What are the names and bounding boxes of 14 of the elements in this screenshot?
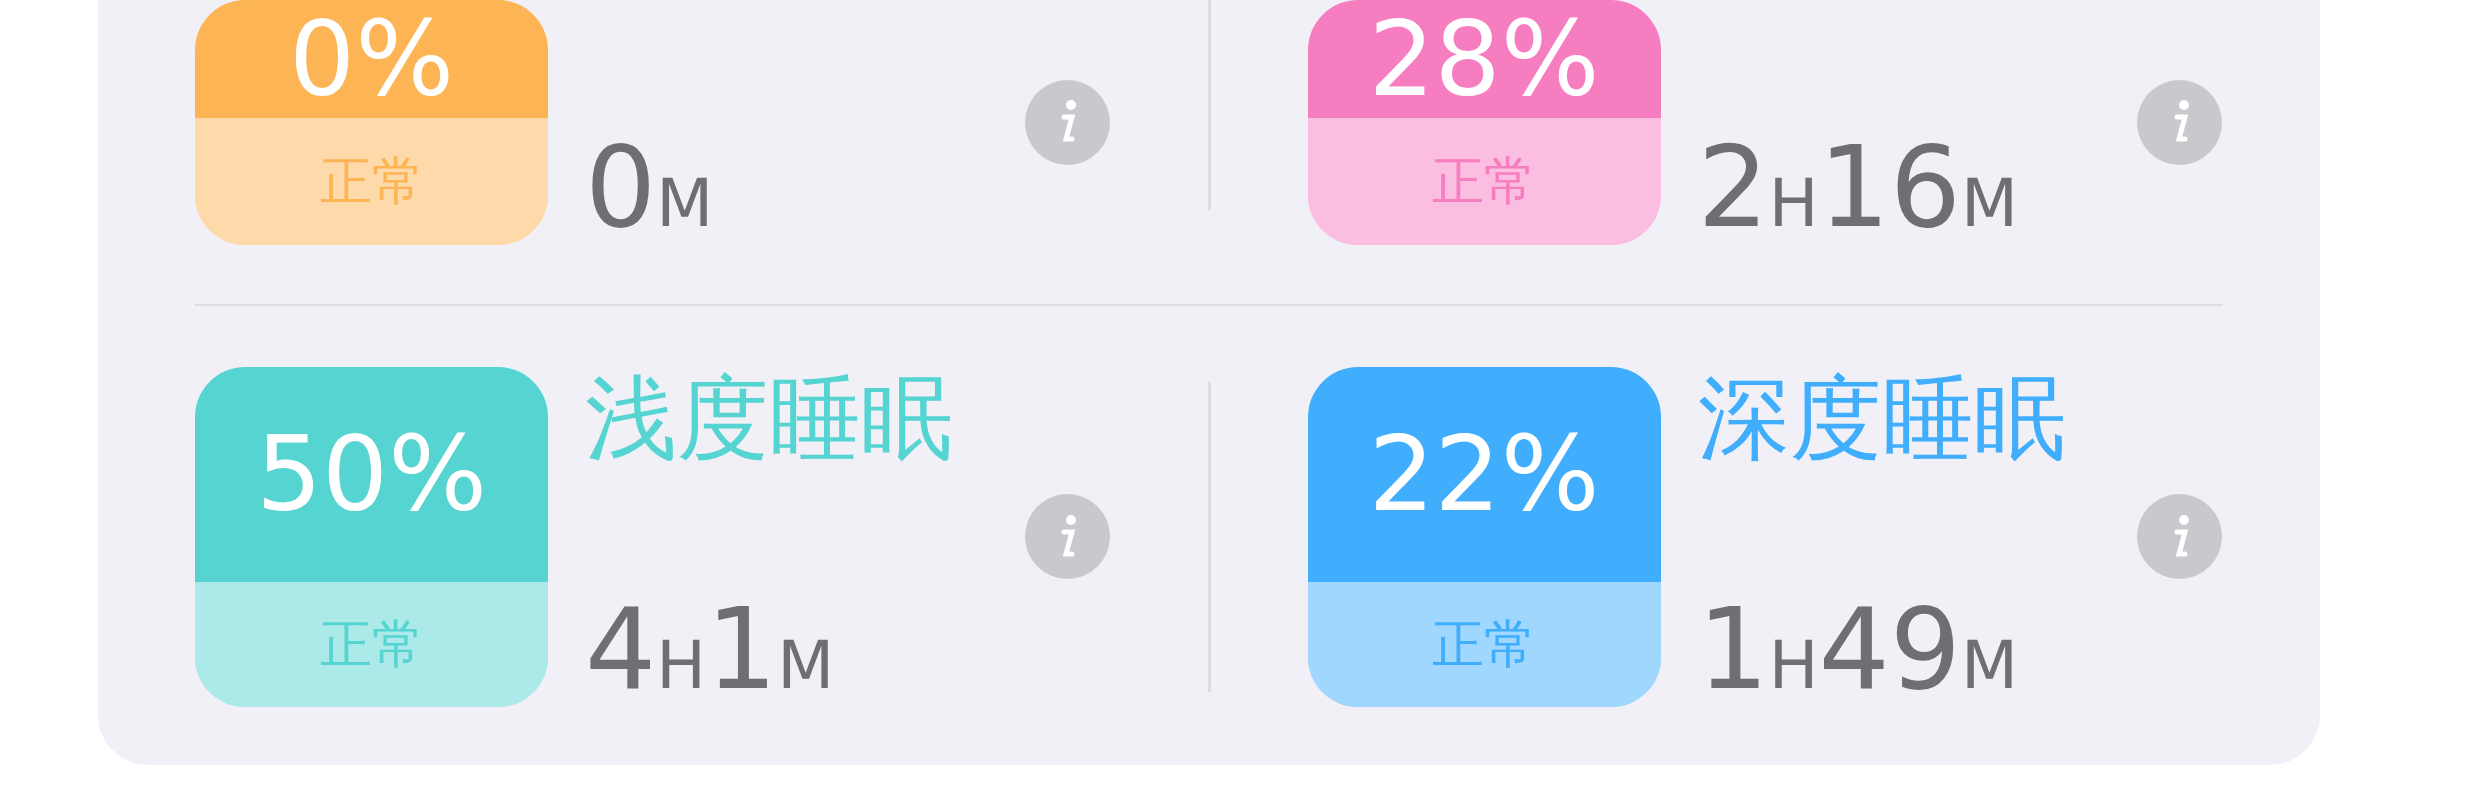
percentage: 0% [289, 6, 454, 111]
duration: 2 H 16M [1697, 130, 2019, 243]
duration: 1 H49 M [1697, 592, 2019, 705]
status-label: 正常 [1432, 155, 1536, 207]
stage-title: 深度睡眠 [1697, 372, 2067, 465]
duration: 0M [585, 130, 715, 243]
percentage: 28% [1368, 6, 1600, 111]
status-label: 正常 [1432, 618, 1536, 670]
status-label: 正常 [319, 155, 424, 207]
status-label: 正常 [319, 618, 424, 670]
percentage: 22% [1368, 422, 1600, 526]
duration: 4H 1 M [585, 592, 836, 705]
percentage: 50% [255, 422, 488, 526]
stage-title: 浅度睡眠 [585, 372, 954, 465]
